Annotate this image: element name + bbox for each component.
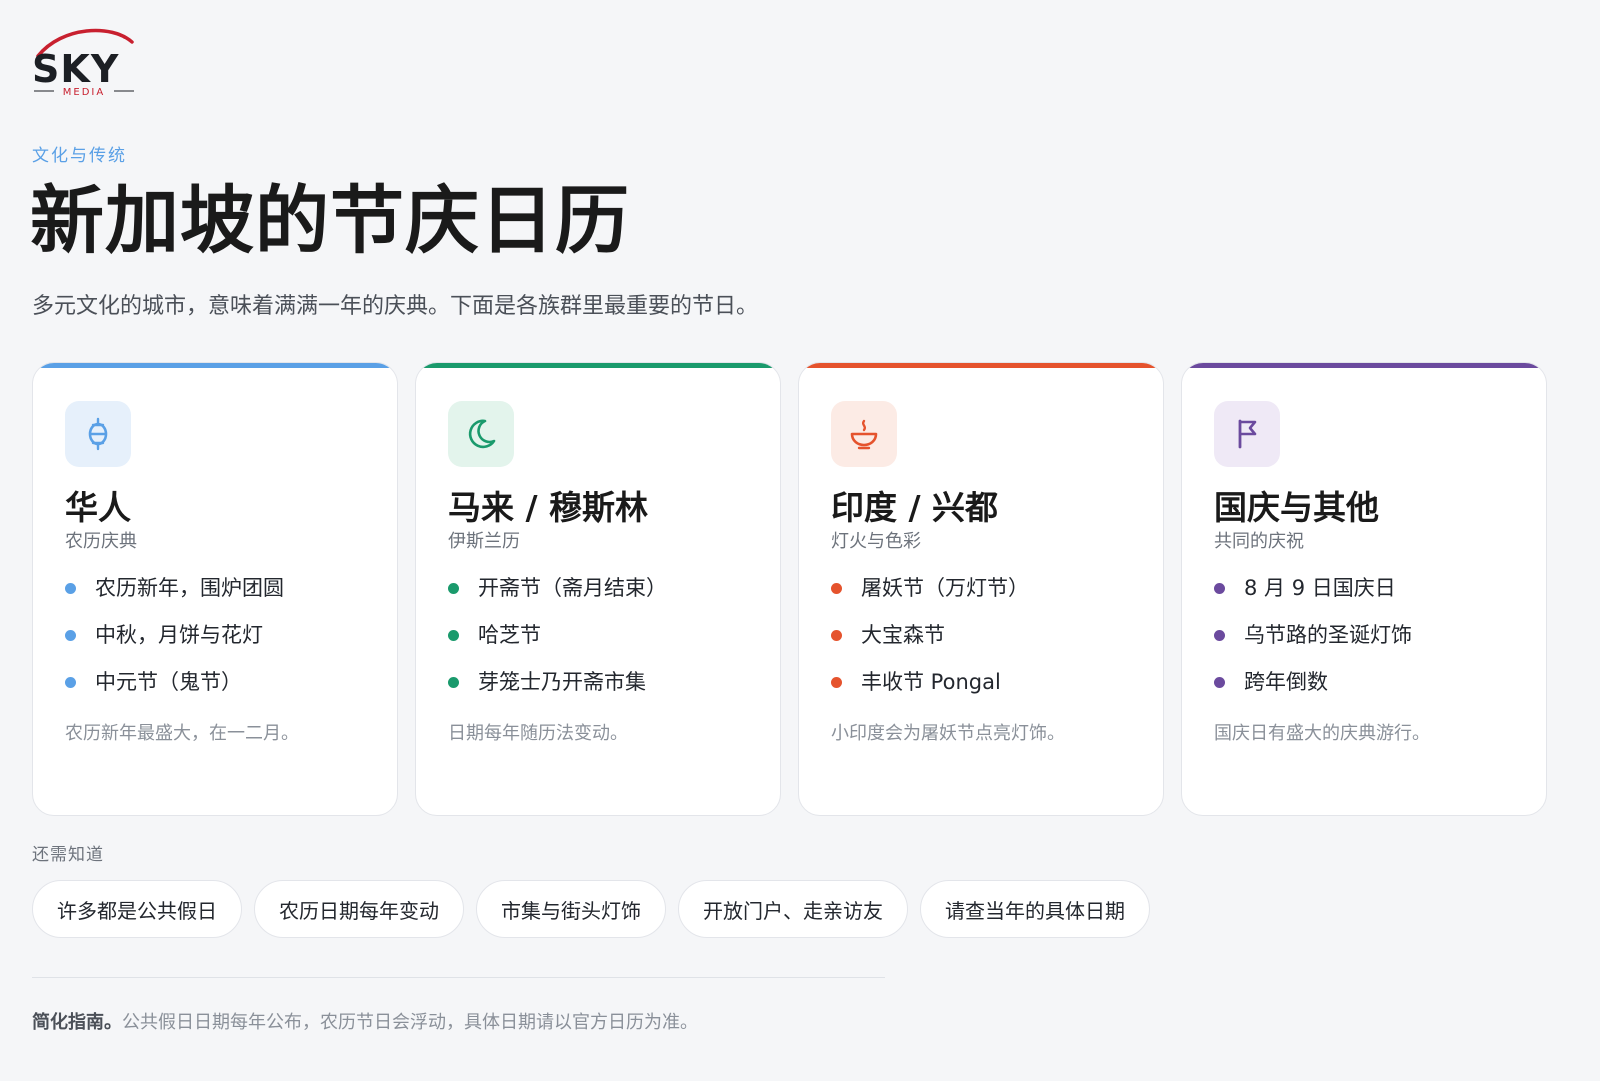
bullet-dot [1214,677,1225,688]
card-icon-badge [831,401,897,467]
card-icon-badge [448,401,514,467]
flag-icon [1238,419,1257,449]
card-title: 国庆与其他 [1214,488,1379,527]
section-label-know: 还需知道 [32,845,104,865]
card-note: 国庆日有盛大的庆典游行。 [1214,723,1430,744]
festival-list: 农历新年，围炉团圆 中秋，月饼与花灯 中元节（鬼节） [65,575,284,716]
chip-row: 许多都是公共假日 农历日期每年变动 市集与街头灯饰 开放门户、走亲访友 请查当年… [32,880,1150,938]
bullet-dot [1214,583,1225,594]
card-subtitle: 灯火与色彩 [831,531,921,552]
bullet-dot [65,583,76,594]
card-malay-muslim: 马来 / 穆斯林 伊斯兰历 开斋节（斋月结束） 哈芝节 芽笼士乃开斋市集 日期每… [415,362,781,816]
bullet-dot [65,630,76,641]
list-item: 中元节（鬼节） [65,669,284,716]
logo-tagline: MEDIA [63,87,105,98]
bullet-dot [448,583,459,594]
list-item: 芽笼士乃开斋市集 [448,669,667,716]
card-note: 日期每年随历法变动。 [448,723,628,744]
festival-list: 屠妖节（万灯节） 大宝森节 丰收节 Pongal [831,575,1029,716]
crescent-moon-icon [468,419,496,449]
bullet-dot [1214,630,1225,641]
card-icon-badge [1214,401,1280,467]
card-icon-badge [65,401,131,467]
footnote-text: 公共假日日期每年公布，农历节日会浮动，具体日期请以官方日历为准。 [122,1012,698,1033]
card-chinese: 华人 农历庆典 农历新年，围炉团圆 中秋，月饼与花灯 中元节（鬼节） 农历新年最… [32,362,398,816]
list-item: 大宝森节 [831,622,1029,669]
card-title: 华人 [65,488,131,527]
card-indian-hindu: 印度 / 兴都 灯火与色彩 屠妖节（万灯节） 大宝森节 丰收节 Pongal 小… [798,362,1164,816]
divider [32,977,885,978]
card-subtitle: 伊斯兰历 [448,531,520,552]
bullet-dot [65,677,76,688]
chip-open-house[interactable]: 开放门户、走亲访友 [678,880,908,938]
card-title: 马来 / 穆斯林 [448,488,649,527]
bullet-dot [831,630,842,641]
bullet-dot [831,677,842,688]
list-item: 农历新年，围炉团圆 [65,575,284,622]
list-item: 屠妖节（万灯节） [831,575,1029,622]
list-item: 丰收节 Pongal [831,669,1029,716]
list-item: 哈芝节 [448,622,667,669]
chip-check-dates[interactable]: 请查当年的具体日期 [920,880,1150,938]
chip-public-holidays[interactable]: 许多都是公共假日 [32,880,242,938]
list-item: 开斋节（斋月结束） [448,575,667,622]
logo-wordmark: SKY [32,47,119,91]
bullet-dot [448,677,459,688]
oil-lamp-icon [850,419,878,450]
bullet-dot [831,583,842,594]
chip-lunar-dates[interactable]: 农历日期每年变动 [254,880,464,938]
section-kicker: 文化与传统 [32,146,127,166]
page-title: 新加坡的节庆日历 [30,178,630,264]
list-item: 乌节路的圣诞灯饰 [1214,622,1412,669]
page-subtitle: 多元文化的城市，意味着满满一年的庆典。下面是各族群里最重要的节日。 [32,294,759,319]
footnote-lead: 简化指南。 [32,1012,122,1033]
list-item: 8 月 9 日国庆日 [1214,575,1412,622]
card-subtitle: 农历庆典 [65,531,137,552]
card-subtitle: 共同的庆祝 [1214,531,1304,552]
card-note: 小印度会为屠妖节点亮灯饰。 [831,723,1065,744]
card-title: 印度 / 兴都 [831,488,999,527]
card-note: 农历新年最盛大，在一二月。 [65,723,299,744]
festival-cards: 华人 农历庆典 农历新年，围炉团圆 中秋，月饼与花灯 中元节（鬼节） 农历新年最… [32,362,1572,818]
chip-markets-lights[interactable]: 市集与街头灯饰 [476,880,666,938]
lantern-icon [88,417,108,451]
footnote: 简化指南。公共假日日期每年公布，农历节日会浮动，具体日期请以官方日历为准。 [32,1008,698,1034]
list-item: 跨年倒数 [1214,669,1412,716]
card-national-others: 国庆与其他 共同的庆祝 8 月 9 日国庆日 乌节路的圣诞灯饰 跨年倒数 国庆日… [1181,362,1547,816]
festival-list: 开斋节（斋月结束） 哈芝节 芽笼士乃开斋市集 [448,575,667,716]
festival-list: 8 月 9 日国庆日 乌节路的圣诞灯饰 跨年倒数 [1214,575,1412,716]
sky-media-logo[interactable]: SKY MEDIA [32,28,142,100]
list-item: 中秋，月饼与花灯 [65,622,284,669]
bullet-dot [448,630,459,641]
